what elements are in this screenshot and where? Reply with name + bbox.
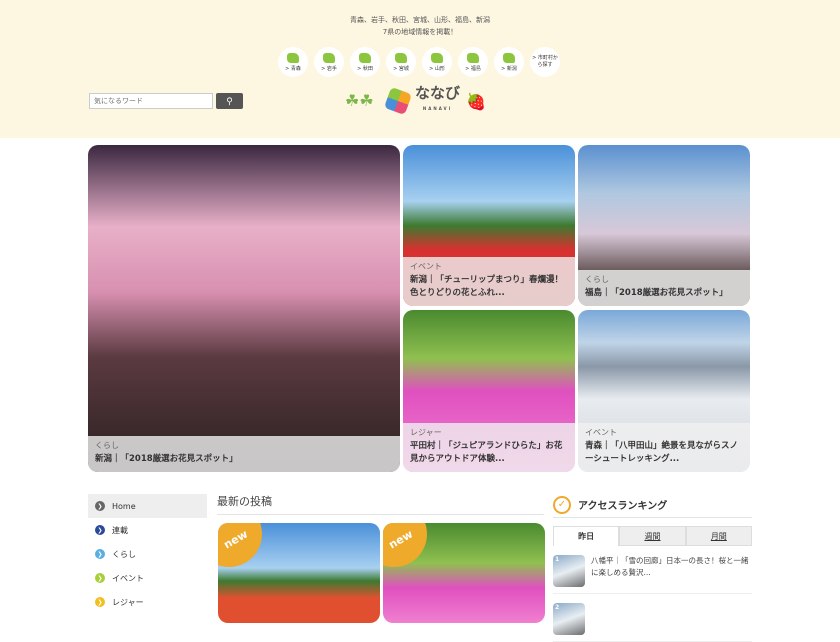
pref-city-search[interactable]: > 市町村から探す [530,47,560,77]
logo-mark [383,86,413,116]
nav-label: 連載 [112,525,128,535]
pref-miyagi[interactable]: > 宮城 [386,47,416,77]
pref-niigata[interactable]: > 新潟 [494,47,524,77]
hero-tile-3[interactable]: くらし福島｜「2018厳選お花見スポット」 [578,145,750,306]
tab-monthly[interactable]: 月間 [685,526,752,546]
caption: レジャー平田村｜「ジュピアランドひらた」お花見からアウトドア体験... [403,423,575,472]
category-nav: ❯ Home ❯ 連載 ❯ くらし ❯ イベント ❯ レジャー [88,494,207,614]
chevron-right-icon: ❯ [95,597,105,607]
category: イベント [410,262,442,271]
pref-label: > 宮城 [393,65,409,72]
nav-life[interactable]: ❯ くらし [88,542,207,566]
logo-subtitle: NANAVI [422,106,453,111]
logo-text: ななび NANAVI [415,86,460,116]
search-form: ⚲ [89,93,243,109]
ranking-thumbnail: 1 [553,555,585,587]
search-input[interactable] [89,93,213,109]
tagline-line2: 7県の地域情報を掲載！ [382,28,458,36]
chevron-right-icon: ❯ [95,525,105,535]
pref-fukushima[interactable]: > 福島 [458,47,488,77]
title: 福島｜「2018厳選お花見スポット」 [585,288,728,298]
pref-aomori[interactable]: > 青森 [278,47,308,77]
ranking-tabs: 昨日 週間 月間 [553,526,752,546]
ranking-thumbnail: 2 [553,603,585,635]
search-button[interactable]: ⚲ [216,93,243,109]
nav-label: イベント [112,573,144,583]
ranking-header: ✓ アクセスランキング [553,492,752,518]
caption: イベント新潟｜「チューリップまつり」春爛漫！色とりどりの花とふれ... [403,257,575,306]
category: くらし [585,275,609,284]
nav-label: レジャー [112,597,144,607]
caption: イベント青森｜「八甲田山」絶景を見ながらスノーシュートレッキング... [578,423,750,472]
chevron-right-icon: ❯ [95,549,105,559]
title: 新潟｜「チューリップまつり」春爛漫！色とりどりの花とふれ... [410,275,564,298]
tagline-line1: 青森、岩手、秋田、宮城、山形、福島、新潟 [350,16,490,24]
caption: くらし新潟｜「2018厳選お花見スポット」 [88,436,400,472]
pref-label: > 山形 [429,65,445,72]
strawberry-icon: 🍓 [466,91,486,111]
pref-label: > 新潟 [501,65,517,72]
ranking-title-link[interactable]: 八幡平｜「雪の回廊」日本一の長さ！桜と一緒に楽しめる贅沢... [591,555,752,587]
nav-series[interactable]: ❯ 連載 [88,518,207,542]
pref-label: > 岩手 [321,65,337,72]
pref-akita[interactable]: > 秋田 [350,47,380,77]
tab-yesterday[interactable]: 昨日 [553,526,620,546]
pref-iwate[interactable]: > 岩手 [314,47,344,77]
tab-weekly[interactable]: 週間 [619,526,686,546]
map-icon [323,52,335,63]
map-icon [287,52,299,63]
tagline: 青森、岩手、秋田、宮城、山形、福島、新潟 7県の地域情報を掲載！ [0,14,840,38]
category: イベント [585,428,617,437]
hero-tile-1[interactable]: くらし新潟｜「2018厳選お花見スポット」 [88,145,400,472]
latest-card-1[interactable]: new [218,523,380,623]
hero-tile-5[interactable]: イベント青森｜「八甲田山」絶景を見ながらスノーシュートレッキング... [578,310,750,472]
site-header: 青森、岩手、秋田、宮城、山形、福島、新潟 7県の地域情報を掲載！ > 青森 > 岩… [0,0,840,138]
rank-number: 1 [555,556,560,563]
latest-card-2[interactable]: new [383,523,545,623]
ranking-title: アクセスランキング [578,501,668,512]
search-icon: ⚲ [226,95,233,106]
chevron-right-icon: ❯ [95,501,105,511]
title: 青森｜「八甲田山」絶景を見ながらスノーシュートレッキング... [585,441,739,464]
map-icon [467,52,479,63]
pref-label: > 市町村から探す [532,55,558,68]
pref-label: > 秋田 [357,65,373,72]
caption: くらし福島｜「2018厳選お花見スポット」 [578,270,750,306]
latest-heading: 最新の投稿 [217,495,272,508]
access-ranking: ✓ アクセスランキング 昨日 週間 月間 1 八幡平｜「雪の回廊」日本一の長さ！桜と… [553,492,752,642]
category: レジャー [410,428,442,437]
rank-number: 2 [555,604,560,611]
pref-label: > 青森 [285,65,301,72]
map-icon [395,52,407,63]
category: くらし [95,441,119,450]
nav-label: くらし [112,549,136,559]
pref-label: > 福島 [465,65,481,72]
nav-home[interactable]: ❯ Home [88,494,207,518]
ranking-item[interactable]: 1 八幡平｜「雪の回廊」日本一の長さ！桜と一緒に楽しめる贅沢... [553,555,752,594]
nav-leisure[interactable]: ❯ レジャー [88,590,207,614]
logo-title: ななび [415,84,461,102]
site-logo[interactable]: ☘☘ ななび NANAVI 🍓 [345,86,486,116]
hero-tile-2[interactable]: イベント新潟｜「チューリップまつり」春爛漫！色とりどりの花とふれ... [403,145,575,306]
title: 平田村｜「ジュピアランドひらた」お花見からアウトドア体験... [410,441,563,464]
ranking-item[interactable]: 2 [553,603,752,642]
pref-yamagata[interactable]: > 山形 [422,47,452,77]
map-icon [503,52,515,63]
divider [217,514,544,515]
title: 新潟｜「2018厳選お花見スポット」 [95,454,238,464]
clover-icon: ☘☘ [345,91,374,110]
check-icon: ✓ [553,495,571,514]
map-icon [431,52,443,63]
nav-label: Home [112,501,136,511]
nav-event[interactable]: ❯ イベント [88,566,207,590]
prefecture-nav: > 青森 > 岩手 > 秋田 > 宮城 > 山形 > 福島 > 新潟 > 市町村… [278,47,560,77]
chevron-right-icon: ❯ [95,573,105,583]
map-icon [359,52,371,63]
hero-tile-4[interactable]: レジャー平田村｜「ジュピアランドひらた」お花見からアウトドア体験... [403,310,575,472]
